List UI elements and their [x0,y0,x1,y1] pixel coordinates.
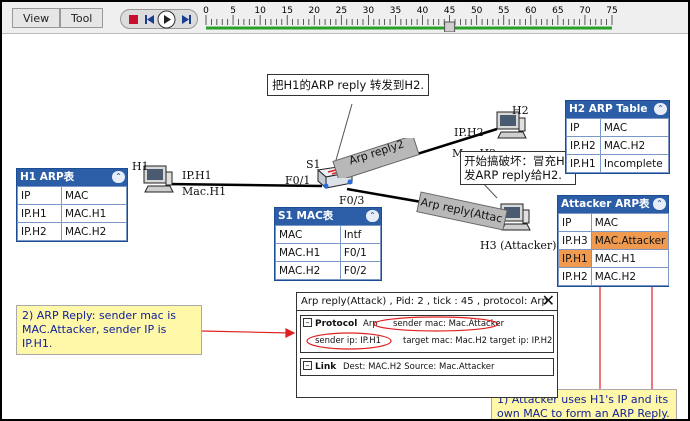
collapse-icon[interactable]: – [303,361,312,370]
table-row: IP.H2 MAC.H2 [566,136,670,155]
network-canvas: H1 IP.H1 Mac.H1 S1 F0/1 F0/3 H2 IP.H2 Ma… [2,34,688,419]
timeline-tick-label: 25 [336,6,347,16]
close-icon[interactable]: ✕ [542,293,555,309]
table-row: MAC Intf [275,225,382,244]
sender-ip-field: sender ip: IP.H1 [315,336,381,346]
h1-arp-table: H1 ARP表 ⌃ IP MAC IP.H1 MAC.H1 IP.H2 MAC.H2 [16,168,128,242]
timeline-tick-label: 65 [552,6,563,16]
timeline-tick-label: 20 [309,6,321,16]
h1-name: H1 [132,160,149,173]
step-forward-icon[interactable] [180,13,193,26]
collapse-icon[interactable]: ⌃ [366,210,379,222]
table-title: H2 ARP Table [569,103,648,115]
packet-detail-window: Arp reply(Attack) , Pid: 2 , tick : 45 ,… [296,292,558,398]
table-title: S1 MAC表 [278,210,334,222]
attacker-arp-table: Attacker ARP表 ⌃ IP MAC IP.H3 MAC.Attacker I… [557,195,670,287]
sender-mac-field: sender mac: Mac.Attacker [393,319,505,329]
table-row: IP.H2 MAC.H2 [17,222,127,241]
h1-ip: IP.H1 [182,169,212,182]
toolbar: View Tool 0 5 10 15 20 25 30 35 40 45 50 55 60 65 70 75 [2,2,688,34]
view-menu[interactable]: View [12,8,61,28]
link-label: Link [315,362,337,372]
step-back-icon[interactable] [143,13,156,26]
protocol-section: – Protocol Arp sender mac: Mac.Attacker … [300,315,554,353]
timeline-tick-label: 10 [254,6,266,16]
tool-menu[interactable]: Tool [60,8,104,28]
s1-port-f03: F0/3 [339,194,365,207]
h3-name: H3 (Attacker) [480,239,557,252]
play-icon[interactable] [157,10,176,29]
timeline-tick-label: 55 [498,6,509,16]
note-arp-reply: 2) ARP Reply: sender mac is MAC.Attacker… [16,305,202,355]
simulator-window: View Tool 0 5 10 15 20 25 30 35 40 45 50 55 60 65 70 75 [0,0,690,421]
collapse-icon[interactable]: ⌃ [112,171,125,183]
h1-mac: Mac.H1 [182,185,227,198]
link-section: – Link Dest: MAC.H2 Source: Mac.Attacker [300,358,554,376]
timeline-tick-label: 70 [579,6,591,16]
s1-mac-table: S1 MAC表 ⌃ MAC Intf MAC.H1 F0/1 MAC.H2 F0/2 [274,207,382,281]
collapse-icon[interactable]: ⌃ [654,103,667,115]
timeline-tick-label: 60 [525,6,537,16]
timeline-tick-label: 45 [444,6,455,16]
h2-name: H2 [512,104,529,117]
table-row: IP MAC [558,213,670,232]
timeline-tick-label: 35 [390,6,401,16]
timeline-thumb[interactable] [444,21,456,32]
link-value: Dest: MAC.H2 Source: Mac.Attacker [343,362,495,372]
playback-controls [120,9,198,29]
protocol-value: Arp [363,319,378,329]
annotation-bubble-top: 把H1的ARP reply 转发到H2. [267,74,430,96]
table-row: IP MAC [17,186,127,205]
s1-name: S1 [306,158,321,171]
protocol-label: Protocol [315,319,358,329]
packet-detail-title: Arp reply(Attack) , Pid: 2 , tick : 45 ,… [297,293,557,311]
table-row: IP.H1 MAC.H1 [558,249,670,268]
table-title: H1 ARP表 [20,171,75,183]
collapse-icon[interactable]: – [303,318,312,327]
timeline-tick-label: 30 [363,6,375,16]
timeline-tick-label: 0 [203,6,209,16]
collapse-icon[interactable]: ⌃ [653,198,666,210]
timeline-tick-label: 75 [606,6,617,16]
table-row: IP.H3 MAC.Attacker [558,231,670,250]
table-row: MAC.H1 F0/1 [275,243,382,262]
table-row: IP.H2 MAC.H2 [558,267,670,286]
timeline-tick-label: 50 [471,6,483,16]
timeline-tick-label: 15 [281,6,292,16]
table-row: MAC.H2 F0/2 [275,261,382,280]
table-row: IP.H1 Incomplete [566,154,670,173]
stop-icon[interactable] [127,13,140,26]
table-row: IP.H1 MAC.H1 [17,204,127,223]
s1-port-f01: F0/1 [285,174,311,187]
table-row: IP MAC [566,118,670,137]
annotation-bubble-attack: 开始搞破坏：冒充H1 发ARP reply给H2. [460,151,576,185]
table-title: Attacker ARP表 [561,198,650,210]
h2-arp-table: H2 ARP Table ⌃ IP MAC IP.H2 MAC.H2 IP.H1 Inc… [565,100,670,174]
timeline-tick-label: 40 [417,6,429,16]
h2-ip: IP.H2 [454,126,484,139]
timeline-slider[interactable]: 0 5 10 15 20 25 30 35 40 45 50 55 60 65 70 75 [198,4,628,32]
target-field: target mac: Mac.H2 target ip: IP.H2 [403,336,553,346]
timeline-tick-label: 5 [230,6,236,16]
